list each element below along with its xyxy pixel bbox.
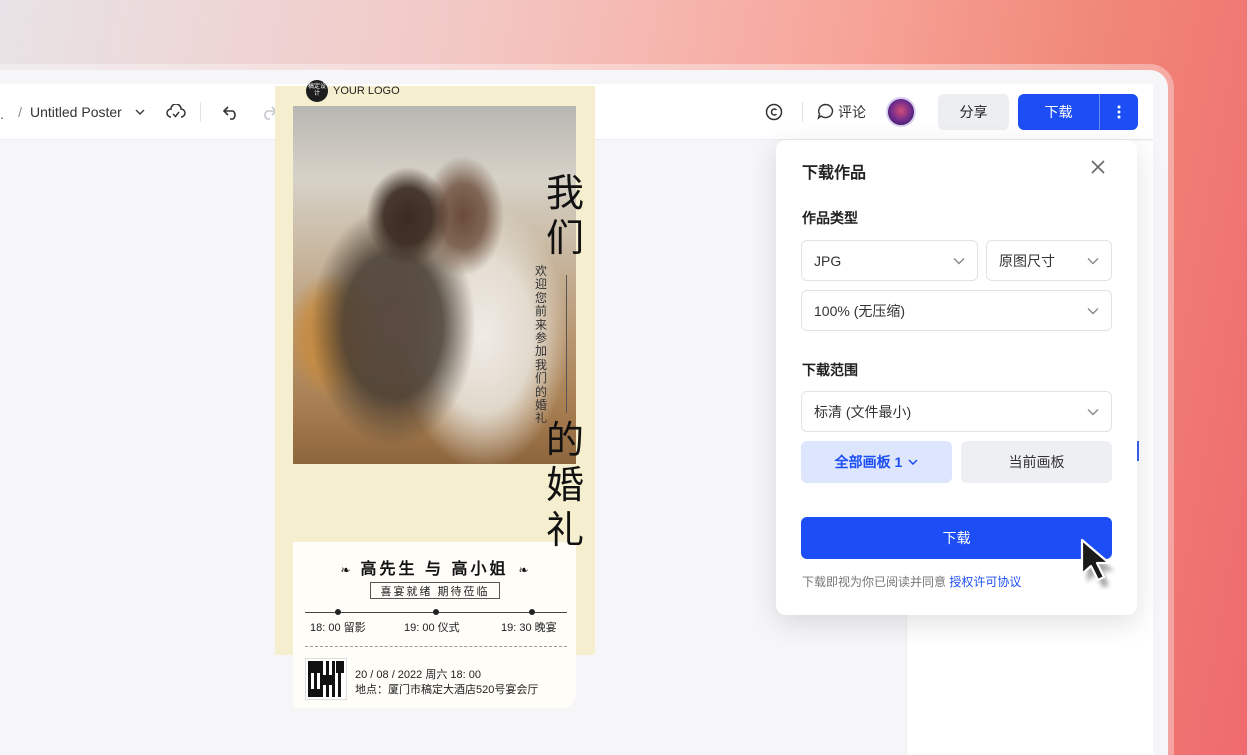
title-dropdown-icon[interactable] <box>130 106 150 118</box>
flower-right-icon: ❧ <box>518 563 529 577</box>
chevron-down-icon <box>1087 257 1099 264</box>
schedule-item: 18: 00 留影 <box>310 622 366 634</box>
title-char: 礼 <box>545 508 584 552</box>
agreement-prefix: 下载即视为你已阅读并同意 <box>802 575 947 589</box>
user-avatar[interactable] <box>886 96 916 127</box>
all-boards-label: 全部画板 1 <box>834 454 903 470</box>
mouse-cursor-icon <box>1080 538 1114 588</box>
current-board-button[interactable]: 当前画板 <box>961 441 1112 483</box>
dialog-title: 下载作品 <box>802 165 867 182</box>
quality-select[interactable]: 100% (无压缩) <box>801 290 1112 331</box>
resolution-value: 标清 (文件最小) <box>814 403 912 420</box>
event-date: 20 / 08 / 2022 周六 18: 00 <box>355 669 481 681</box>
dialog-download-button[interactable]: 下载 <box>801 517 1112 559</box>
format-value: JPG <box>814 252 842 269</box>
range-section-label: 下载范围 <box>802 362 858 378</box>
timeline-line <box>305 609 567 615</box>
more-options-icon[interactable] <box>1100 94 1138 130</box>
cloud-sync-icon[interactable] <box>162 98 190 126</box>
schedule-item: 19: 00 仪式 <box>404 622 460 634</box>
poster-info-card: ❧ 高先生 与 高小姐 ❧ 喜宴就绪 期待莅临 18: 00 留影 19: 00 仪… <box>293 542 576 708</box>
size-select[interactable]: 原图尺寸 <box>986 240 1112 281</box>
type-section-label: 作品类型 <box>802 210 858 226</box>
agreement-text: 下载即视为你已阅读并同意 授权许可协议 <box>802 573 1021 590</box>
title-char: 的 <box>545 418 584 462</box>
logo-badge: 稿定设计 <box>306 80 328 102</box>
chevron-down-icon <box>953 257 965 264</box>
format-select[interactable]: JPG <box>801 240 978 281</box>
logo-text: YOUR LOGO <box>333 85 400 97</box>
chevron-down-icon <box>1087 408 1099 415</box>
comment-button[interactable]: 评论 <box>817 102 866 122</box>
document-title[interactable]: Untitled Poster <box>30 104 122 120</box>
title-char: 我 <box>545 171 584 215</box>
size-value: 原图尺寸 <box>999 252 1055 269</box>
comment-label: 评论 <box>838 103 866 120</box>
comment-icon <box>817 103 834 120</box>
download-button[interactable]: 下载 <box>1018 93 1100 130</box>
chevron-down-icon <box>908 459 918 465</box>
couple-names: ❧ 高先生 与 高小姐 ❧ <box>293 555 576 579</box>
qr-code <box>305 658 347 700</box>
toolbar-divider <box>199 101 201 122</box>
chevron-down-icon <box>1087 307 1099 314</box>
close-icon[interactable] <box>1089 158 1107 176</box>
event-address: 地点：厦门市稿定大酒店520号宴会厅 <box>355 684 539 696</box>
resolution-select[interactable]: 标清 (文件最小) <box>801 391 1112 432</box>
title-char: 们 <box>545 216 584 260</box>
timeline-dot <box>335 609 341 615</box>
flower-left-icon: ❧ <box>340 563 351 577</box>
names-text: 高先生 与 高小姐 <box>360 561 509 578</box>
copyright-icon[interactable] <box>760 98 788 126</box>
share-button[interactable]: 分享 <box>938 93 1009 130</box>
tagline: 喜宴就绪 期待莅临 <box>370 582 500 599</box>
poster-title-bottom: 的 婚 礼 <box>540 418 590 553</box>
breadcrumb-dot: . <box>0 106 4 122</box>
dashed-divider <box>305 646 567 647</box>
poster-title-top: 我 们 <box>540 171 590 261</box>
all-boards-button[interactable]: 全部画板 1 <box>801 441 952 483</box>
quality-value: 100% (无压缩) <box>814 302 906 319</box>
toolbar-divider-right <box>802 101 803 122</box>
undo-icon[interactable] <box>217 98 245 126</box>
timeline-dot <box>529 609 535 615</box>
timeline-dot <box>433 609 439 615</box>
breadcrumb-separator: / <box>18 103 22 120</box>
vertical-welcome-text: 欢迎您前来参加我们的婚礼 <box>534 264 547 426</box>
license-link[interactable]: 授权许可协议 <box>949 575 1021 589</box>
poster-logo: 稿定设计 YOUR LOGO <box>306 80 400 102</box>
schedule-item: 19: 30 晚宴 <box>501 622 557 634</box>
vertical-line <box>566 275 567 413</box>
panel-indicator <box>1137 441 1139 461</box>
title-char: 婚 <box>545 463 584 507</box>
download-split-button: 下载 <box>1018 93 1138 130</box>
